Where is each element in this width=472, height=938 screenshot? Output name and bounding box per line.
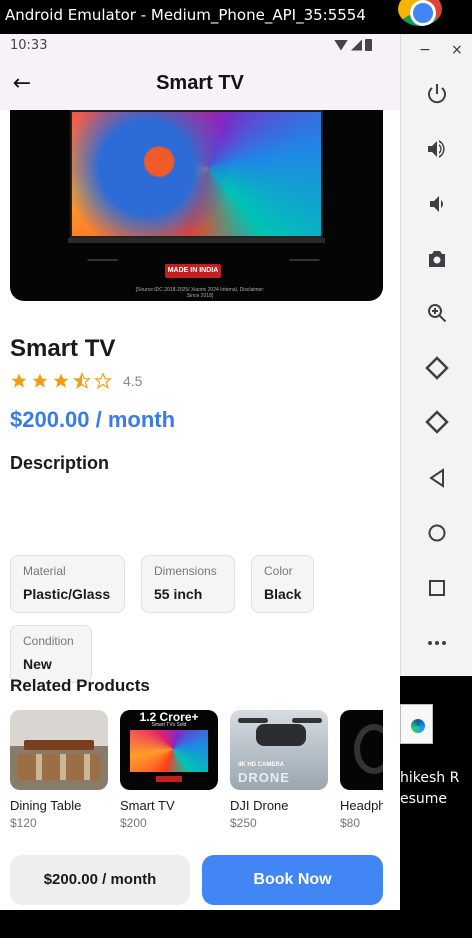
headphones-image (340, 710, 383, 790)
rating-value: 4.5 (123, 373, 143, 389)
product-price: $200.00 / month (10, 407, 176, 432)
power-icon[interactable] (423, 80, 451, 108)
emulator-title-bar: Android Emulator - Medium_Phone_API_35:5… (0, 0, 400, 34)
spec-label: Color (264, 564, 293, 578)
phone-screen: 10:33 ← Smart TV MADE IN INDIA [Source:I… (0, 34, 400, 910)
spec-value: New (23, 656, 52, 672)
spec-card-material: Material Plastic/Glass (10, 555, 125, 613)
spec-value: Black (264, 586, 302, 602)
close-button[interactable]: × (451, 42, 463, 58)
rotate-left-icon[interactable] (423, 354, 451, 382)
spec-label: Condition (23, 634, 74, 648)
edge-file-icon[interactable] (400, 704, 433, 744)
status-bar: 10:33 (0, 34, 400, 58)
spec-label: Material (23, 564, 66, 578)
related-product-name: Smart TV (120, 798, 175, 813)
star-half-icon (73, 372, 91, 390)
bottom-action-bar: $200.00 / month Book Now (0, 845, 400, 910)
related-product-price: $250 (230, 816, 257, 830)
volume-up-icon[interactable] (423, 135, 451, 163)
spec-card-condition: Condition New (10, 625, 92, 683)
related-product-card[interactable]: 1.2 Crore+ Smart TVs Sold Smart TV $200 (120, 710, 218, 830)
product-detail-content[interactable]: MADE IN INDIA [Source:IDC 2018-2025/ Xia… (0, 110, 400, 845)
signal-icon (351, 39, 362, 51)
chrome-icon (398, 0, 442, 26)
smart-tv-image: 1.2 Crore+ Smart TVs Sold (120, 710, 218, 790)
product-name: Smart TV (10, 335, 116, 362)
made-in-india-badge: MADE IN INDIA (165, 264, 221, 278)
related-product-card[interactable]: Dining Table $120 (10, 710, 108, 830)
star-full-icon (10, 372, 28, 390)
spec-value: 55 inch (154, 586, 203, 602)
book-now-button[interactable]: Book Now (202, 855, 383, 905)
hero-disclaimer: [Source:IDC 2018-2025/ Xiaomi 2024 Inter… (135, 287, 265, 299)
window-title: Android Emulator - Medium_Phone_API_35:5… (5, 6, 366, 24)
desktop-file-label[interactable]: hikesh R esume (400, 768, 459, 810)
zoom-icon[interactable] (423, 299, 451, 327)
home-icon[interactable] (423, 519, 451, 547)
emulator-toolbar: − × (400, 34, 472, 676)
rotate-right-icon[interactable] (423, 408, 451, 436)
rating-row: 4.5 (10, 372, 142, 390)
star-full-icon (31, 372, 49, 390)
related-product-name: Headphones (340, 798, 383, 813)
star-full-icon (52, 372, 70, 390)
description-heading: Description (10, 453, 110, 473)
more-icon[interactable] (423, 629, 451, 657)
spec-value: Plastic/Glass (23, 586, 111, 602)
minimize-button[interactable]: − (419, 42, 431, 58)
spec-card-dimensions: Dimensions 55 inch (141, 555, 235, 613)
volume-down-icon[interactable] (423, 190, 451, 218)
wifi-icon (334, 39, 348, 51)
related-product-name: DJI Drone (230, 798, 289, 813)
drone-image: 4K HD CAMERA DRONE (230, 710, 328, 790)
related-product-card[interactable]: 4K HD CAMERA DRONE DJI Drone $250 (230, 710, 328, 830)
app-bar: ← Smart TV (0, 58, 400, 110)
related-products-list[interactable]: Dining Table $120 1.2 Crore+ Smart TVs S… (10, 710, 383, 845)
overview-icon[interactable] (423, 574, 451, 602)
desktop-background: hikesh R esume (400, 676, 472, 938)
related-product-price: $80 (340, 816, 361, 830)
related-product-price: $200 (120, 816, 147, 830)
related-product-price: $120 (10, 816, 37, 830)
spec-card-color: Color Black (251, 555, 314, 613)
dining-table-image (10, 710, 108, 790)
star-empty-icon (94, 372, 112, 390)
back-icon[interactable] (423, 464, 451, 492)
tv-screen-graphic (70, 110, 323, 238)
related-product-name: Dining Table (10, 798, 82, 813)
page-title: Smart TV (156, 72, 244, 94)
status-time: 10:33 (10, 38, 48, 53)
spec-label: Dimensions (154, 564, 217, 578)
battery-icon (365, 39, 372, 51)
price-button[interactable]: $200.00 / month (10, 855, 190, 905)
camera-icon[interactable] (423, 245, 451, 273)
related-products-heading: Related Products (10, 676, 150, 695)
related-product-card[interactable]: Headphones $80 (340, 710, 383, 830)
product-hero-image: MADE IN INDIA [Source:IDC 2018-2025/ Xia… (10, 110, 383, 301)
